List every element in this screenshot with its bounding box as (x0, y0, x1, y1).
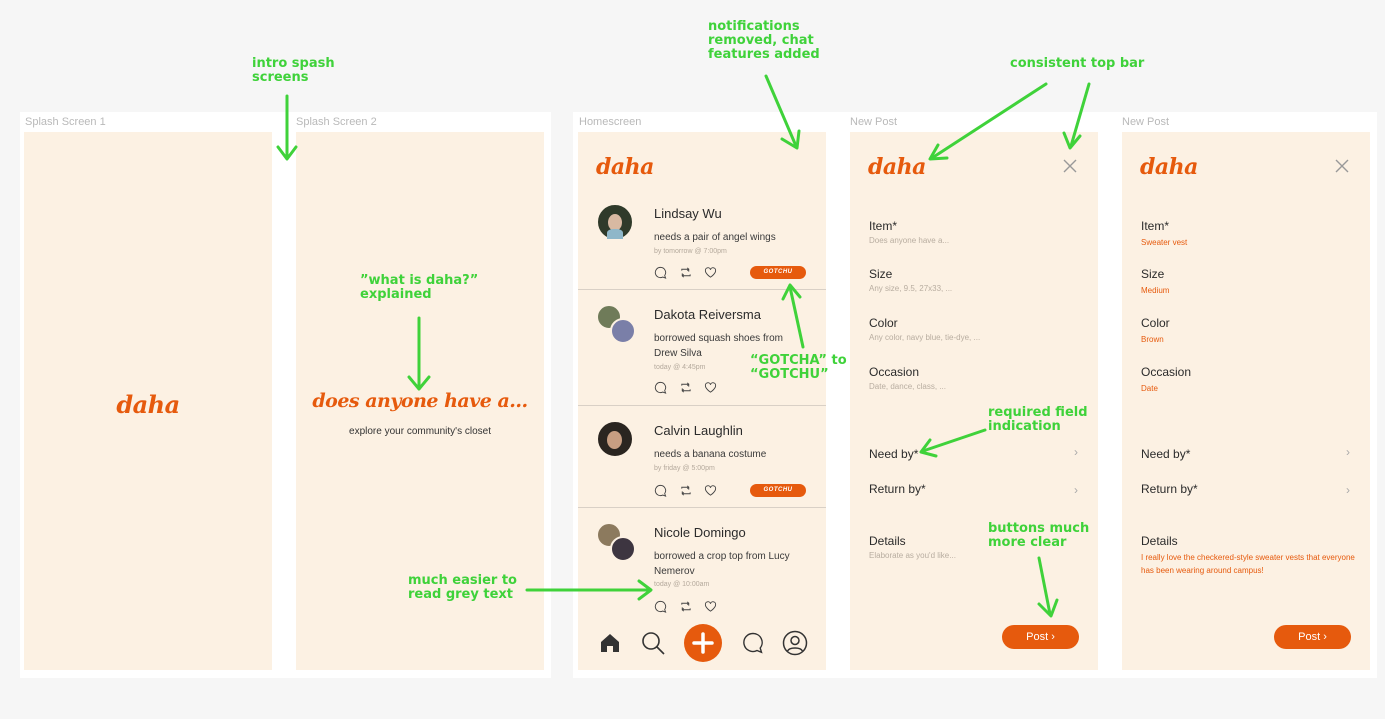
annotation-what: ”what is daha?” explained (360, 273, 479, 302)
annotation-grey: much easier to read grey text (408, 573, 517, 602)
annotation-topbar: consistent top bar (1010, 56, 1145, 71)
annotation-buttons: buttons much more clear (988, 521, 1090, 550)
annotation-arrows (276, 74, 1091, 618)
annotation-notif: notifications removed, chat features add… (708, 19, 820, 62)
annotation-gotcha: “GOTCHA” to “GOTCHU” (750, 353, 847, 382)
annotation-required: required field indication (988, 405, 1088, 434)
annotation-intro: intro spash screens (252, 56, 335, 85)
